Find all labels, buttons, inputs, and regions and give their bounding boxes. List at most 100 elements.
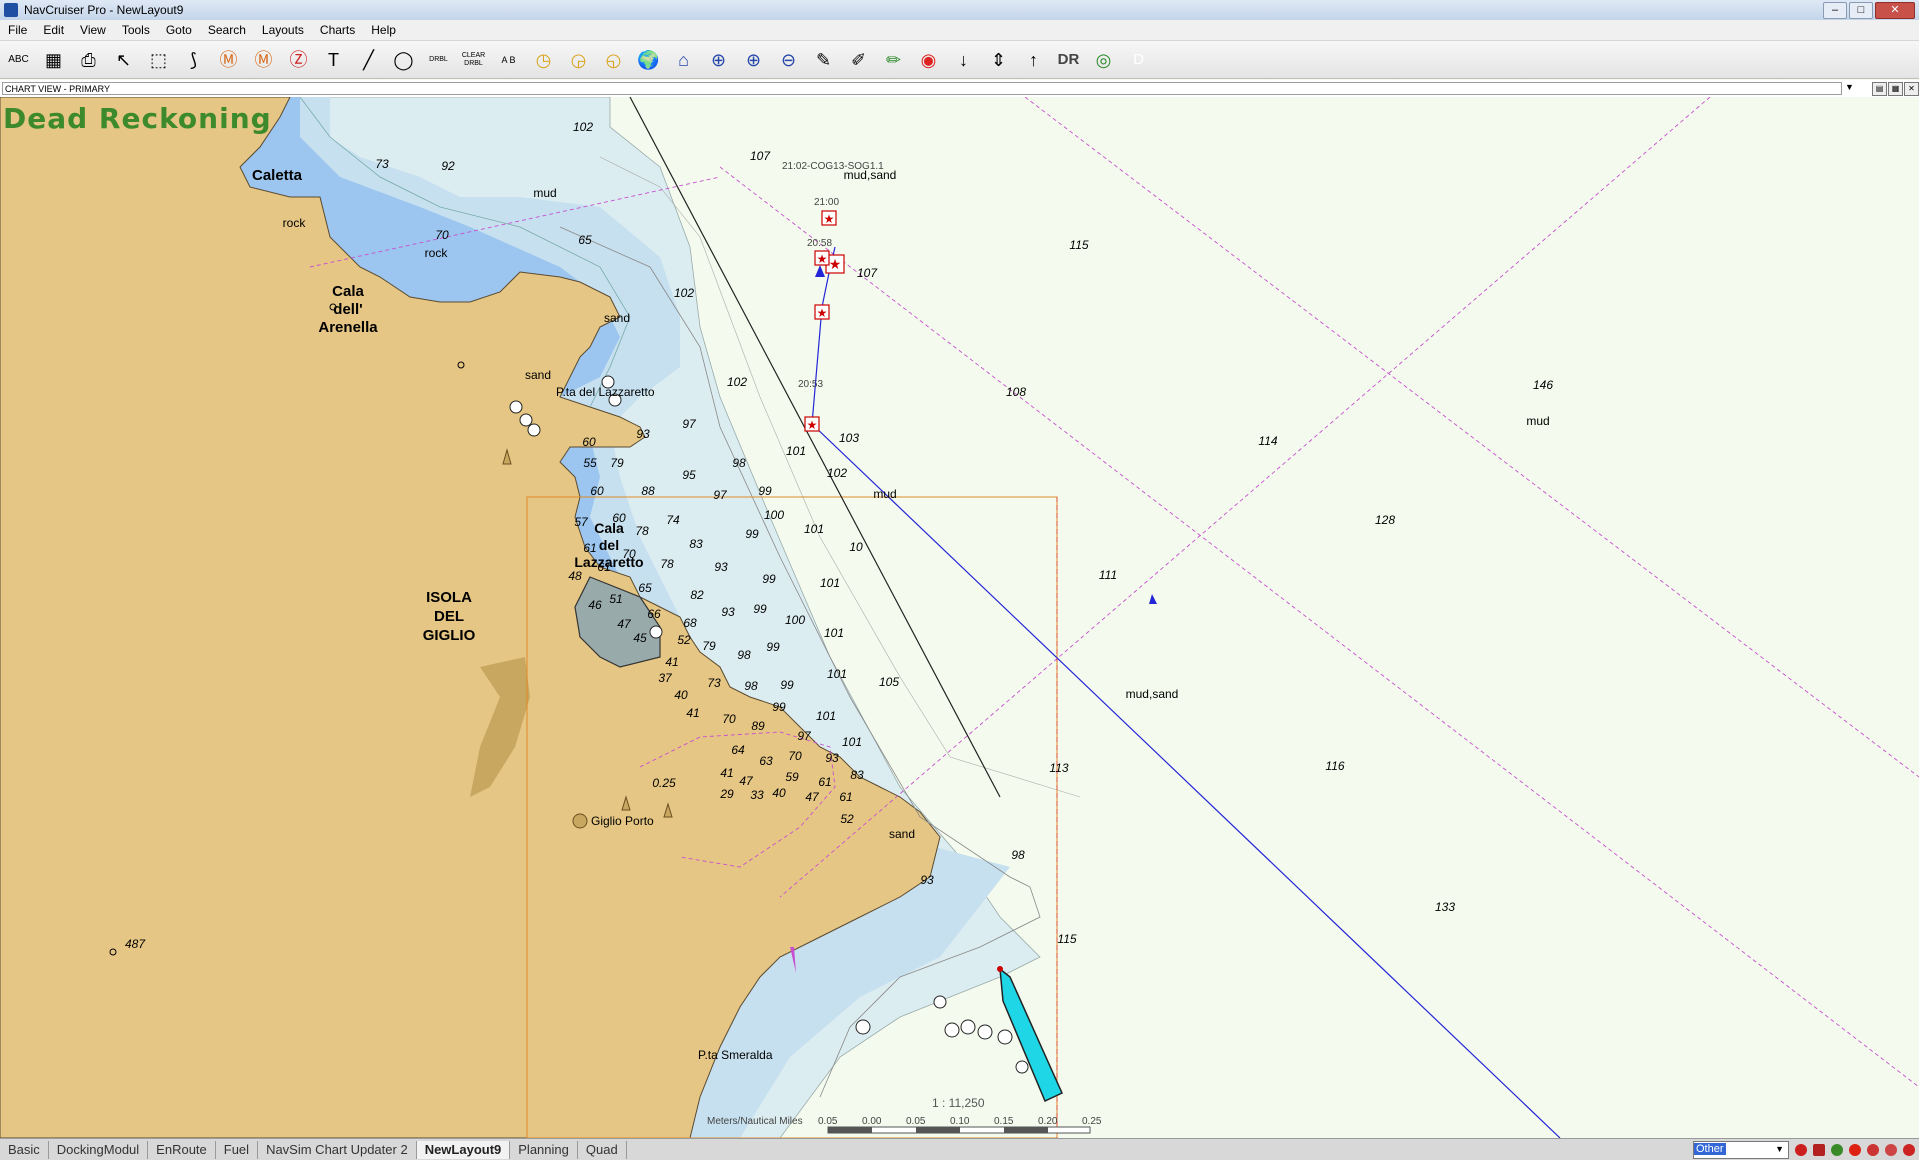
- ab-ruler-button[interactable]: A B: [494, 45, 523, 74]
- scale-ratio: 1 : 11,250: [932, 1096, 985, 1110]
- ship-icon[interactable]: [1885, 1144, 1897, 1156]
- menu-file[interactable]: File: [0, 23, 35, 37]
- place-caletta: Caletta: [252, 167, 303, 184]
- zoom-box-button[interactable]: ⊕: [704, 45, 733, 74]
- scale-tick-label: 0.05: [818, 1116, 838, 1127]
- text-button[interactable]: T: [319, 45, 348, 74]
- z-marker-button[interactable]: Ⓩ: [284, 45, 313, 74]
- grid-button[interactable]: ▦: [39, 45, 68, 74]
- tab-planning[interactable]: Planning: [510, 1140, 578, 1159]
- depth-sounding: 99: [745, 527, 759, 541]
- tab-navsim-chart-updater-2[interactable]: NavSim Chart Updater 2: [258, 1140, 417, 1159]
- depth-sounding: 41: [665, 655, 678, 669]
- close-view-button[interactable]: ✕: [1904, 82, 1919, 96]
- pointer-button[interactable]: ↖: [109, 45, 138, 74]
- tab-enroute[interactable]: EnRoute: [148, 1140, 216, 1159]
- zoom-out-button[interactable]: ⊖: [774, 45, 803, 74]
- chart-view-selector[interactable]: CHART VIEW - PRIMARY: [2, 82, 1842, 95]
- chart-map[interactable]: ★ ★ ★ ★ ★ 102 107 73 92 70 65 115 107 10…: [0, 97, 1919, 1138]
- lifebuoy-button[interactable]: ◉: [914, 45, 943, 74]
- stopwatch3-button[interactable]: ◵: [599, 45, 628, 74]
- warning-icon[interactable]: [1867, 1144, 1879, 1156]
- menu-search[interactable]: Search: [200, 23, 254, 37]
- pencil2-button[interactable]: ✏: [879, 45, 908, 74]
- depth-sounding: 100: [785, 613, 805, 627]
- depth-sounding: 78: [660, 557, 674, 571]
- depth-sounding: 48: [568, 569, 582, 583]
- layout-grid-button[interactable]: ▦: [1888, 82, 1903, 96]
- tab-dockingmodul[interactable]: DockingModul: [49, 1140, 149, 1159]
- menu-view[interactable]: View: [72, 23, 114, 37]
- tab-newlayout9[interactable]: NewLayout9: [416, 1140, 511, 1159]
- zoom-in-button[interactable]: ⊕: [739, 45, 768, 74]
- menu-help[interactable]: Help: [363, 23, 404, 37]
- depth-sounding: 65: [578, 233, 592, 247]
- record-icon[interactable]: [1795, 1144, 1807, 1156]
- depth-sounding: 100: [764, 508, 784, 522]
- stopwatch2-button[interactable]: ◶: [564, 45, 593, 74]
- m-marker2-button[interactable]: Ⓜ: [249, 45, 278, 74]
- stopwatch-icon: ◷: [535, 49, 552, 70]
- chevron-down-icon[interactable]: ▼: [1773, 1142, 1786, 1157]
- depth-sounding: 47: [617, 617, 632, 631]
- abc-button[interactable]: ABC: [4, 45, 33, 74]
- arrow-down-button[interactable]: ↓: [949, 45, 978, 74]
- pencil-button[interactable]: ✐: [844, 45, 873, 74]
- menu-charts[interactable]: Charts: [312, 23, 363, 37]
- chevron-down-icon[interactable]: ▼: [1845, 82, 1854, 92]
- drbl-button[interactable]: DRBL: [424, 45, 453, 74]
- alarm-icon[interactable]: [1813, 1144, 1825, 1156]
- world-button[interactable]: 🌍: [634, 45, 663, 74]
- minimize-button[interactable]: –: [1823, 2, 1847, 19]
- plane-icon[interactable]: [1903, 1144, 1915, 1156]
- select-box-button[interactable]: ⬚: [144, 45, 173, 74]
- menu-edit[interactable]: Edit: [35, 23, 72, 37]
- tab-quad[interactable]: Quad: [578, 1140, 627, 1159]
- pen-button[interactable]: ✎: [809, 45, 838, 74]
- d-label: D: [1133, 51, 1144, 68]
- layout-split-button[interactable]: ▤: [1872, 82, 1887, 96]
- depth-sounding: 82: [690, 588, 704, 602]
- depth-sounding: 51: [609, 592, 622, 606]
- tab-basic[interactable]: Basic: [0, 1140, 49, 1159]
- menu-goto[interactable]: Goto: [158, 23, 200, 37]
- close-button[interactable]: ✕: [1875, 2, 1915, 19]
- target-button[interactable]: ◎: [1089, 45, 1118, 74]
- tab-fuel[interactable]: Fuel: [216, 1140, 259, 1159]
- seabed-label: sand: [604, 311, 630, 325]
- clear-drbl-button[interactable]: CLEAR DRBL: [459, 45, 488, 74]
- route-button[interactable]: ⟆: [179, 45, 208, 74]
- target-status-icon[interactable]: [1849, 1144, 1861, 1156]
- svg-text:★: ★: [829, 257, 842, 273]
- home-button[interactable]: ⌂: [669, 45, 698, 74]
- dr-button[interactable]: DR: [1054, 45, 1083, 74]
- place-punta-smeralda: P.ta Smeralda: [698, 1048, 773, 1062]
- depth-sounding: 89: [751, 719, 765, 733]
- align-button[interactable]: ⇕: [984, 45, 1013, 74]
- place-punta-lazzaretto: P.ta del Lazzaretto: [556, 385, 655, 399]
- maximize-button[interactable]: □: [1849, 2, 1873, 19]
- nautical-chart[interactable]: ★ ★ ★ ★ ★ 10210773 9270 65 1151071021021…: [0, 97, 1919, 1138]
- ellipse-button[interactable]: ◯: [389, 45, 418, 74]
- m-marker-button[interactable]: Ⓜ: [214, 45, 243, 74]
- depth-sounding: 102: [573, 120, 593, 134]
- pointer-icon: ↖: [115, 49, 132, 70]
- seabed-label: mud: [873, 487, 896, 501]
- depth-sounding: 79: [702, 639, 716, 653]
- d-button[interactable]: D: [1124, 45, 1153, 74]
- ab-ruler-icon: A B: [501, 54, 516, 65]
- arrow-up-icon: ↑: [1029, 49, 1038, 70]
- menu-tools[interactable]: Tools: [114, 23, 158, 37]
- other-select[interactable]: Other ▼: [1693, 1141, 1789, 1159]
- depth-sounding: 116: [1325, 759, 1344, 773]
- signal-icon[interactable]: [1831, 1144, 1843, 1156]
- print-button[interactable]: ⎙: [74, 45, 103, 74]
- depth-sounding: 88: [641, 484, 655, 498]
- seabed-label: mud,sand: [1126, 687, 1179, 701]
- stopwatch-button[interactable]: ◷: [529, 45, 558, 74]
- line-button[interactable]: ╱: [354, 45, 383, 74]
- menu-layouts[interactable]: Layouts: [254, 23, 312, 37]
- depth-sounding: 93: [636, 427, 650, 441]
- place-cala-arenella: Cala dell' Arenella: [318, 283, 378, 336]
- arrow-up-button[interactable]: ↑: [1019, 45, 1048, 74]
